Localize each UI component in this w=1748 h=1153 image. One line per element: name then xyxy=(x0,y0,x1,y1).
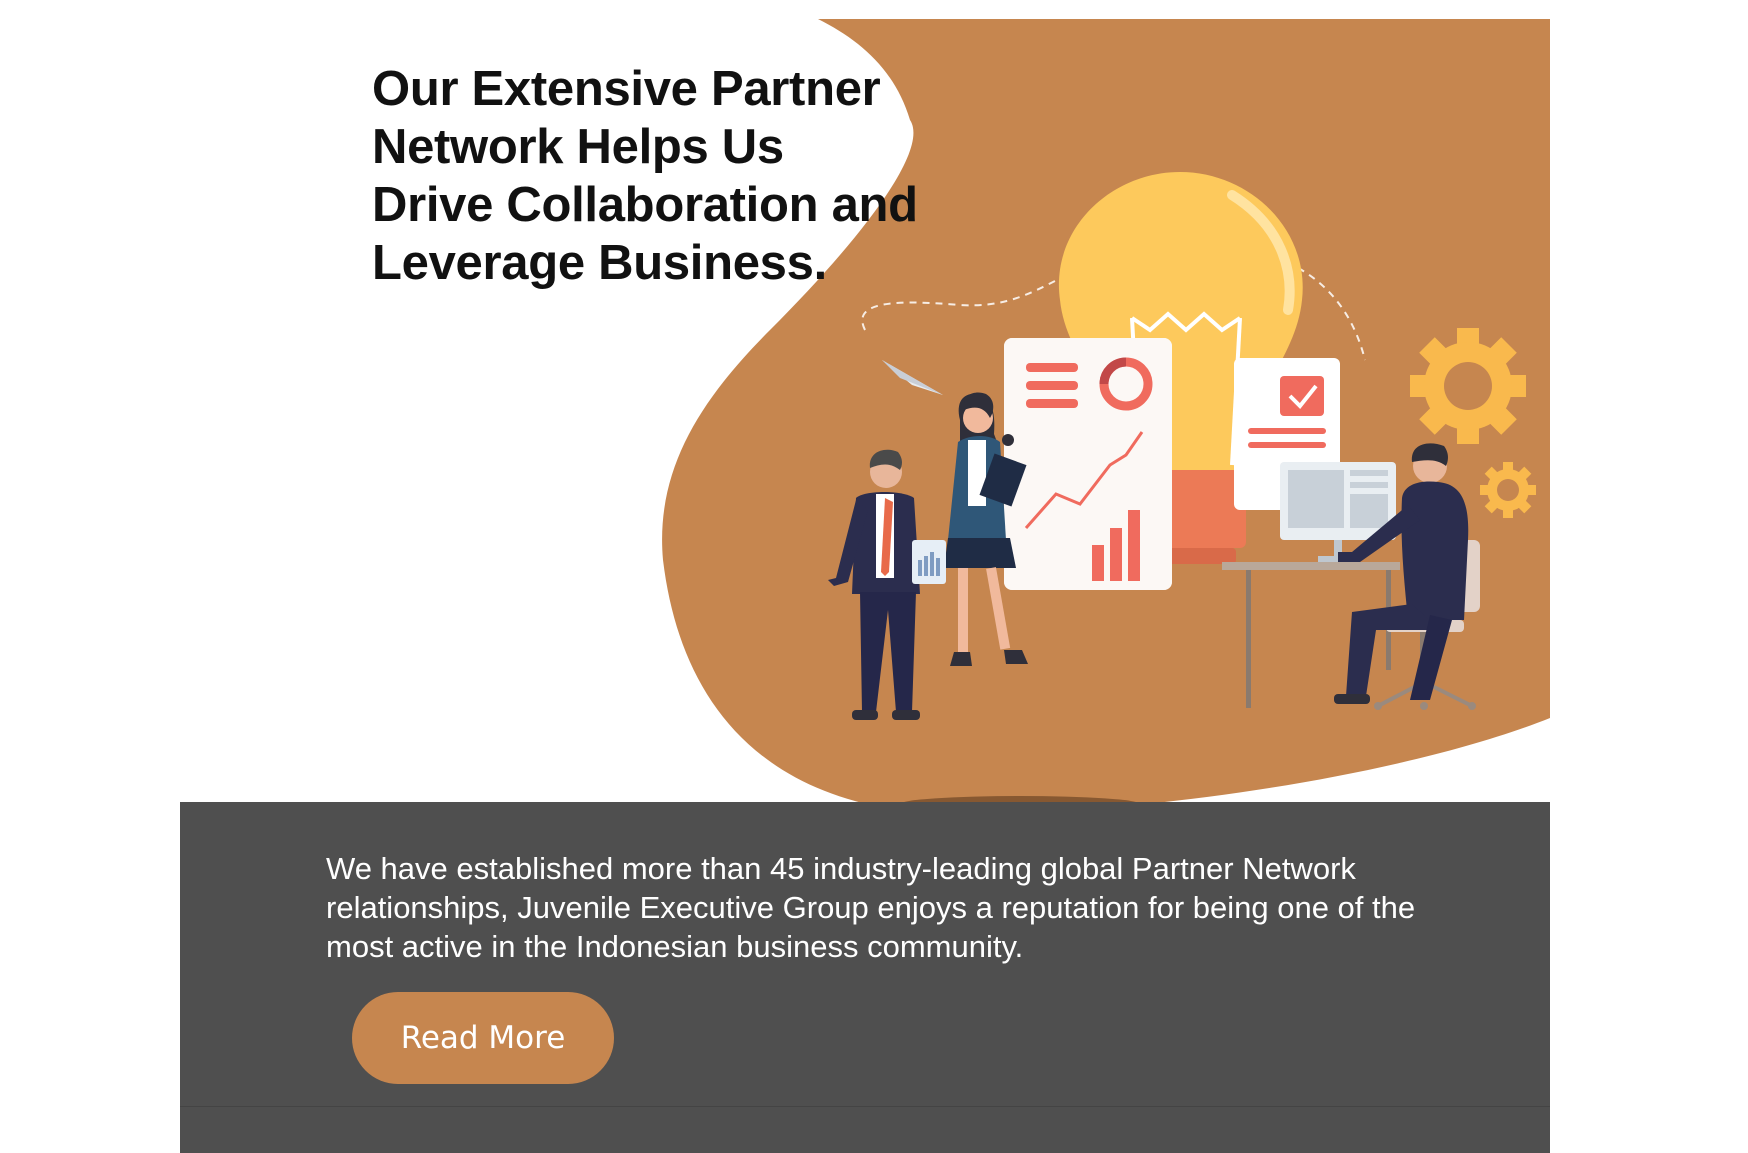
page: Our Extensive Partner Network Helps Us D… xyxy=(0,0,1748,1153)
hero-headline-line: Network Helps Us xyxy=(372,120,784,174)
hero-headline-line: Leverage Business. xyxy=(372,236,827,290)
panel-divider xyxy=(180,1106,1550,1107)
analytics-card xyxy=(1004,338,1172,590)
partner-description: We have established more than 45 industr… xyxy=(326,851,1416,964)
gear-small-icon xyxy=(1480,462,1536,518)
hero-headline-line: Drive Collaboration and xyxy=(372,178,918,232)
gear-large-icon xyxy=(1410,328,1526,444)
hero-headline-line: Our Extensive Partner xyxy=(372,62,881,116)
hero-headline: Our Extensive Partner Network Helps Us D… xyxy=(372,60,932,292)
info-panel: We have established more than 45 industr… xyxy=(180,802,1550,1153)
read-more-button[interactable]: Read More xyxy=(352,992,614,1084)
